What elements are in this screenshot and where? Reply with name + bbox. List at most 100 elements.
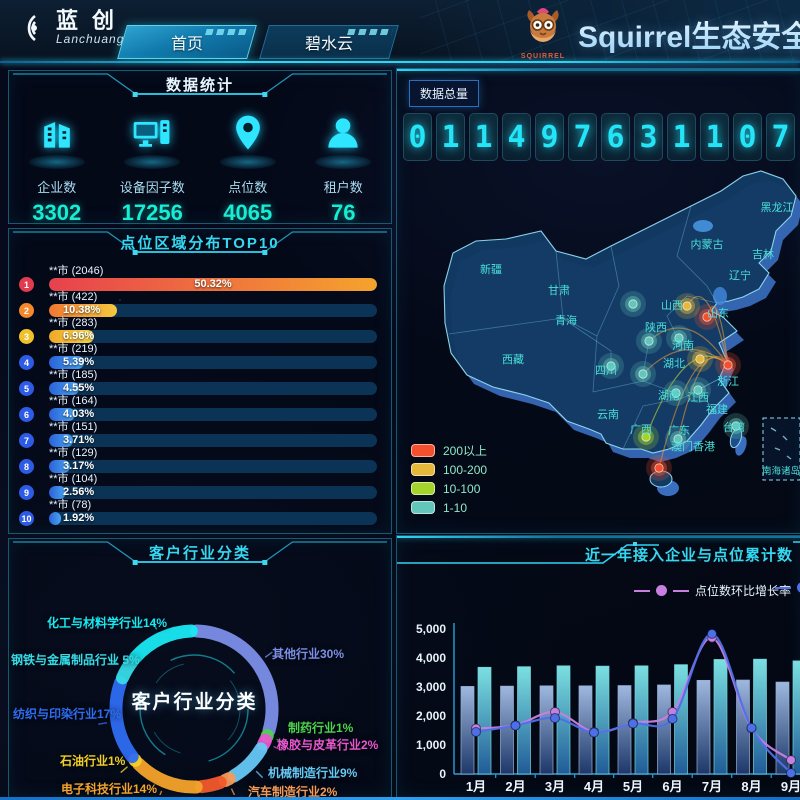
bar-track: 50.32%	[49, 278, 377, 291]
x-axis-tick: 2月	[505, 779, 525, 794]
legend-dot	[656, 585, 667, 596]
tab-bishuiyun[interactable]: 碧水云	[259, 25, 399, 59]
rank-badge: 9	[19, 485, 34, 500]
top10-bar-list: **市 (2046)150.32%**市 (422)210.38%**市 (28…	[9, 259, 391, 525]
province-label: 西藏	[502, 353, 524, 366]
donut-slice-label: 钢铁与金属制品行业 5%	[11, 651, 140, 668]
trend-panel-title: 近一年接入企业与点位累计数	[585, 544, 793, 565]
donut-slice-label: 化工与材料学行业14%	[47, 614, 167, 631]
tab-deco-dashes	[347, 29, 393, 35]
islands-label: 南海诸岛	[762, 465, 800, 477]
counter-digit: 6	[601, 113, 630, 161]
province-label: 黑龙江	[761, 201, 794, 214]
trend-point	[668, 714, 677, 723]
main-nav: 首页碧水云	[122, 25, 394, 59]
south-china-sea-inset: 南海诸岛	[762, 418, 800, 480]
user-icon	[311, 111, 375, 169]
stats-panel: 数据统计 企业数3302设备因子数17256点位数4065租户数76	[8, 70, 392, 224]
donut-slice-label: 汽车制造行业2%	[248, 783, 337, 800]
province-label: 吉林	[752, 247, 774, 261]
top10-row: **市 (2046)150.32%	[19, 265, 377, 291]
province-label: 澳门香港	[671, 439, 715, 453]
y-axis-tick: 0	[439, 767, 446, 781]
tab-home[interactable]: 首页	[117, 25, 257, 59]
top10-row: **市 (219)45.39%	[19, 343, 377, 369]
top10-row: **市 (422)210.38%	[19, 291, 377, 317]
bar-track: 1.92%	[49, 512, 377, 525]
counter-digit: 4	[502, 113, 531, 161]
stat-value: 4065	[203, 200, 293, 226]
stat-value: 17256	[107, 200, 197, 226]
industry-panel-title: 客户行业分类	[9, 542, 391, 563]
top10-row-label: **市 (78)	[49, 499, 377, 511]
donut-center-label: 客户行业分类	[112, 687, 277, 714]
trend-point	[747, 723, 756, 732]
trend-point	[472, 727, 481, 736]
donut-slice-label: 纺织与印染行业17%	[13, 705, 121, 722]
trend-point	[590, 728, 599, 737]
province-label: 江西	[687, 391, 709, 404]
industry-panel: 客户行业分类 客户行业分类 其他行业30%制药行业1%橡胶与皮革行业2%机械制造…	[8, 538, 392, 798]
top10-row-label: **市 (104)	[49, 473, 377, 485]
stat-企业数: 企业数3302	[12, 111, 102, 226]
dashboard-root: 蓝创 Lanchuang 首页碧水云 SQUIRREL	[0, 0, 800, 800]
trend-bar	[697, 680, 710, 774]
x-axis-tick: 9月	[781, 779, 800, 794]
map-legend-item: 200以上	[411, 441, 487, 460]
tab-label: 碧水云	[305, 30, 353, 54]
stat-设备因子数: 设备因子数 17256	[107, 111, 197, 226]
trend-legend-item-1[interactable]: 点位数环比增长率	[634, 582, 791, 599]
trend-bar	[540, 686, 553, 774]
dashboard-title: Squirrel生态安全云平台	[578, 12, 800, 56]
legend-label: 10-100	[443, 482, 480, 496]
donut-leader-line	[231, 789, 235, 795]
squirrel-icon	[521, 6, 565, 48]
counter-digit: 0	[403, 113, 432, 161]
map-panel: 数据总量 011497631107 新疆甘肃青海西藏内蒙古黑龙江吉林辽宁山西陕西…	[396, 68, 800, 534]
data-total-label: 数据总量	[409, 80, 479, 107]
top10-row: **市 (151)73.71%	[19, 421, 377, 447]
top10-row: **市 (164)64.03%	[19, 395, 377, 421]
donut-slice	[136, 631, 192, 657]
y-axis-tick: 4,000	[416, 651, 446, 665]
top10-row: **市 (129)83.17%	[19, 447, 377, 473]
bar-percent: 50.32%	[49, 278, 377, 291]
donut-slice-label: 机械制造行业9%	[268, 764, 357, 781]
province-label: 内蒙古	[691, 237, 724, 251]
donut-slice	[197, 631, 272, 731]
x-axis-tick: 5月	[623, 779, 643, 794]
stats-panel-header: 数据统计	[9, 71, 391, 101]
x-axis-tick: 6月	[662, 779, 682, 794]
bar-percent: 4.03%	[63, 408, 94, 421]
industry-panel-header: 客户行业分类	[9, 539, 391, 569]
stat-label: 企业数	[12, 177, 102, 196]
top10-row-label: **市 (219)	[49, 343, 377, 355]
x-axis-tick: 1月	[466, 779, 486, 794]
bar-percent: 3.17%	[63, 460, 94, 473]
top10-row-label: **市 (164)	[49, 395, 377, 407]
trend-point	[708, 629, 717, 638]
counter-digit: 3	[634, 113, 663, 161]
rank-badge: 2	[19, 303, 34, 318]
map-marker-1-10	[620, 291, 646, 317]
y-axis-tick: 3,000	[416, 680, 446, 694]
bar-percent: 3.71%	[63, 434, 94, 447]
trend-point	[551, 714, 560, 723]
bar-track: 5.39%	[49, 356, 377, 369]
x-axis-tick: 3月	[545, 779, 565, 794]
stat-value: 76	[298, 200, 388, 226]
trend-bar	[478, 667, 491, 774]
counter-digit: 7	[766, 113, 795, 161]
squirrel-mascot: SQUIRREL	[520, 6, 566, 60]
x-axis-tick: 4月	[584, 779, 604, 794]
province-label: 湖南	[658, 389, 680, 402]
donut-slice-label: 电子科技行业14%	[61, 780, 157, 797]
map-legend-item: 100-200	[411, 460, 487, 479]
trend-legend-item-2[interactable]	[775, 582, 800, 593]
stat-label: 设备因子数	[107, 177, 197, 196]
map-legend-item: 10-100	[411, 479, 487, 498]
rank-badge: 1	[19, 277, 34, 292]
province-label: 山东	[707, 307, 729, 320]
counter-digit: 1	[667, 113, 696, 161]
bar-percent: 6.96%	[63, 330, 94, 343]
